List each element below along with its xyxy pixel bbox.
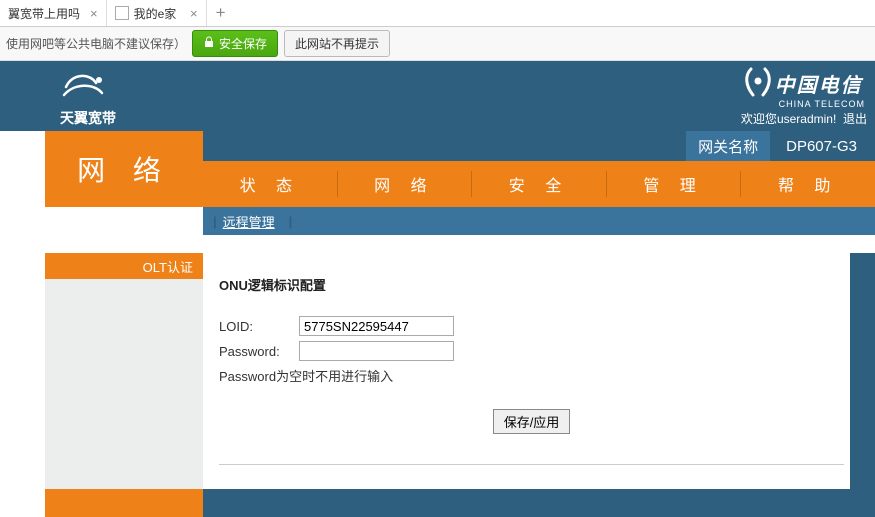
- password-input[interactable]: [299, 341, 454, 361]
- browser-tab[interactable]: 翼宽带上用吗 ×: [0, 0, 107, 26]
- telecom-logo: 中国电信 CHINA TELECOM: [741, 65, 865, 109]
- gateway-label: 网关名称: [686, 131, 770, 162]
- main-nav: 状 态 网 络 安 全 管 理 帮 助: [203, 161, 875, 207]
- secure-save-button[interactable]: 安全保存: [192, 30, 278, 57]
- password-note: Password为空时不用进行输入: [219, 366, 844, 385]
- nav-network[interactable]: 网 络: [338, 164, 472, 204]
- tab-title: 翼宽带上用吗: [8, 5, 80, 22]
- tab-title: 我的e家: [134, 5, 177, 22]
- nav-help[interactable]: 帮 助: [741, 164, 875, 204]
- telecom-name: 中国电信: [775, 69, 863, 98]
- telecom-icon: [741, 65, 775, 101]
- gateway-row: 网关名称 DP607-G3: [203, 131, 875, 161]
- sidebar: OLT认证: [45, 253, 203, 489]
- logout-link[interactable]: 退出: [843, 112, 867, 126]
- section-title: ONU逻辑标识配置: [219, 275, 844, 294]
- dismiss-label: 此网站不再提示: [295, 37, 379, 51]
- dismiss-save-button[interactable]: 此网站不再提示: [284, 30, 390, 57]
- right-strip: [850, 253, 875, 489]
- save-hint-text: 使用网吧等公共电脑不建议保存）: [6, 35, 186, 52]
- footer-bar: [0, 489, 875, 517]
- loid-input[interactable]: [299, 316, 454, 336]
- new-tab-button[interactable]: +: [207, 0, 235, 26]
- close-icon[interactable]: ×: [80, 6, 98, 21]
- page-title: 网 络: [45, 131, 203, 207]
- sidebar-item-olt-auth[interactable]: OLT认证: [45, 253, 203, 279]
- gateway-value: DP607-G3: [778, 133, 865, 160]
- page-icon: [115, 6, 129, 20]
- loid-label: LOID:: [219, 319, 299, 334]
- brand-logo: 天翼宽带: [60, 69, 116, 128]
- subnav-remote-manage[interactable]: 远程管理: [223, 212, 275, 231]
- divider: [219, 464, 844, 465]
- subnav-separator: |: [289, 214, 293, 229]
- telecom-sub: CHINA TELECOM: [779, 99, 865, 109]
- welcome-text: 欢迎您useradmin! 退出: [741, 110, 867, 127]
- password-label: Password:: [219, 344, 299, 359]
- nav-manage[interactable]: 管 理: [607, 164, 741, 204]
- password-save-bar: 使用网吧等公共电脑不建议保存） 安全保存 此网站不再提示: [0, 27, 875, 61]
- sub-nav: | 远程管理 |: [203, 207, 875, 235]
- main-content: ONU逻辑标识配置 LOID: Password: Password为空时不用进…: [203, 253, 850, 489]
- browser-tab-active[interactable]: 我的e家 ×: [107, 0, 207, 26]
- welcome-prefix: 欢迎您: [741, 112, 777, 126]
- close-icon[interactable]: ×: [180, 6, 198, 21]
- browser-tab-strip: 翼宽带上用吗 × 我的e家 × +: [0, 0, 875, 27]
- brand-name: 天翼宽带: [60, 108, 116, 128]
- nav-security[interactable]: 安 全: [472, 164, 606, 204]
- header: 天翼宽带 中国电信 CHINA TELECOM 欢迎您useradmin! 退出: [0, 61, 875, 131]
- nav-status[interactable]: 状 态: [203, 164, 337, 204]
- save-apply-button[interactable]: 保存/应用: [493, 409, 571, 434]
- welcome-user: useradmin: [777, 112, 833, 126]
- subnav-separator: |: [213, 214, 217, 229]
- secure-save-label: 安全保存: [219, 35, 267, 52]
- lock-icon: [203, 36, 215, 51]
